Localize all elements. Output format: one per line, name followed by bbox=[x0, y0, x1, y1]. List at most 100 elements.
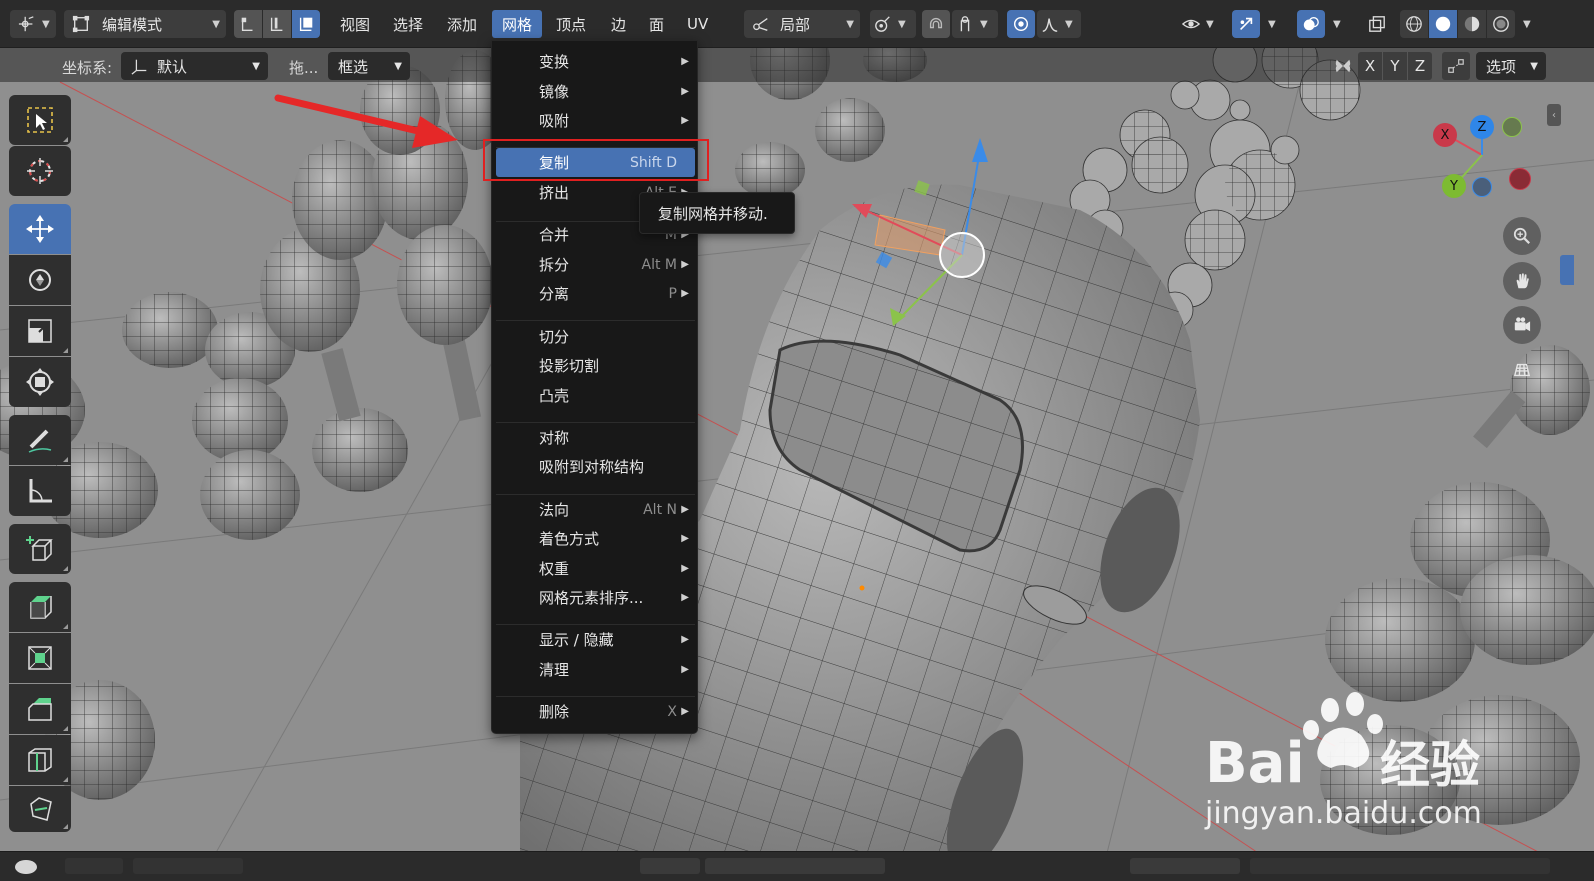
mirror-axis-y[interactable]: Y bbox=[1383, 52, 1407, 80]
menu-item-weights[interactable]: 权重 ▶ bbox=[496, 554, 695, 583]
falloff-selector[interactable]: ▼ bbox=[1037, 10, 1081, 38]
overlay-toggle[interactable] bbox=[1297, 10, 1325, 38]
proportional-edit-toggle[interactable] bbox=[1007, 10, 1035, 38]
menu-item-knife-project[interactable]: 投影切割 bbox=[496, 351, 695, 380]
mode-selector[interactable]: 编辑模式 ▼ bbox=[64, 10, 226, 38]
edge-select-mode[interactable] bbox=[263, 10, 291, 38]
mirror-axis-z[interactable]: Z bbox=[1408, 52, 1432, 80]
tool-inset[interactable] bbox=[9, 633, 71, 683]
tool-knife[interactable] bbox=[9, 786, 71, 832]
coordinate-system-selector[interactable]: 默认 ▼ bbox=[121, 52, 268, 80]
menu-item-transform[interactable]: 变换 ▶ bbox=[496, 47, 695, 76]
chevron-down-icon: ▼ bbox=[42, 18, 50, 30]
mirror-axis-x[interactable]: X bbox=[1358, 52, 1382, 80]
menu-item-convex-hull[interactable]: 凸壳 bbox=[496, 381, 695, 410]
grid-icon bbox=[1513, 363, 1531, 377]
menu-item-label: 法向 bbox=[539, 501, 570, 519]
menu-item-normals[interactable]: 法向 Alt N ▶ bbox=[496, 495, 695, 524]
menu-mesh[interactable]: 网格 bbox=[492, 10, 543, 38]
menu-item-sort-elements[interactable]: 网格元素排序... ▶ bbox=[496, 583, 695, 612]
camera-icon bbox=[1514, 317, 1531, 332]
shading-solid[interactable] bbox=[1429, 10, 1457, 38]
menu-item-separate[interactable]: 分离 P ▶ bbox=[496, 279, 695, 308]
menu-face[interactable]: 面 bbox=[639, 10, 674, 38]
menu-item-label: 挤出 bbox=[539, 184, 570, 202]
extrude-icon bbox=[30, 596, 52, 619]
menu-item-delete[interactable]: 删除 X ▶ bbox=[496, 697, 695, 726]
shading-options[interactable]: ▼ bbox=[1517, 10, 1539, 38]
face-select-mode[interactable] bbox=[292, 10, 320, 38]
chevron-down-icon: ▼ bbox=[980, 18, 988, 30]
pan-button[interactable] bbox=[1503, 262, 1541, 300]
gizmo-z-label: Z bbox=[1477, 119, 1487, 135]
gizmo-neg-y-axis[interactable] bbox=[1502, 117, 1522, 137]
xray-toggle[interactable] bbox=[1363, 10, 1391, 38]
tool-add-cube[interactable] bbox=[9, 524, 71, 574]
sidebar-expand-arrow[interactable]: ‹ bbox=[1547, 104, 1561, 126]
tool-scale[interactable] bbox=[9, 306, 71, 356]
menu-item-split[interactable]: 拆分 Alt M ▶ bbox=[496, 250, 695, 279]
mirror-toggle[interactable] bbox=[1330, 52, 1356, 80]
auto-merge-toggle[interactable] bbox=[1442, 52, 1470, 80]
menu-vertex[interactable]: 顶点 bbox=[546, 10, 596, 38]
snap-toggle[interactable] bbox=[922, 10, 950, 38]
gizmo-options[interactable]: ▼ bbox=[1262, 10, 1284, 38]
menu-edge[interactable]: 边 bbox=[601, 10, 636, 38]
menu-item-snap-to-symmetry[interactable]: 吸附到对称结构 bbox=[496, 452, 695, 481]
tool-extrude[interactable] bbox=[9, 582, 71, 632]
shading-rendered[interactable] bbox=[1487, 10, 1515, 38]
tool-move[interactable] bbox=[9, 204, 71, 254]
transform-orientation-selector[interactable]: 局部 ▼ bbox=[744, 10, 860, 38]
gizmo-toggle[interactable] bbox=[1232, 10, 1260, 38]
menu-item-mirror[interactable]: 镜像 ▶ bbox=[496, 77, 695, 106]
tool-select-box[interactable] bbox=[9, 95, 71, 145]
gizmo-z-axis[interactable]: Z bbox=[1470, 115, 1494, 139]
pencil-icon bbox=[28, 429, 52, 453]
menu-view[interactable]: 视图 bbox=[330, 10, 380, 38]
cursor-icon bbox=[27, 158, 53, 184]
menu-item-symmetrize[interactable]: 对称 bbox=[496, 423, 695, 452]
menu-item-label: 合并 bbox=[539, 226, 570, 244]
playback-controls[interactable] bbox=[705, 858, 885, 874]
menu-add[interactable]: 添加 bbox=[437, 10, 487, 38]
vertex-select-icon bbox=[241, 17, 253, 31]
gizmo-x-axis[interactable]: X bbox=[1433, 123, 1457, 147]
tool-loop-cut[interactable] bbox=[9, 735, 71, 785]
menu-select[interactable]: 选择 bbox=[383, 10, 433, 38]
add-cube-icon bbox=[26, 536, 53, 561]
menu-item-show-hide[interactable]: 显示 / 隐藏 ▶ bbox=[496, 625, 695, 654]
shading-wireframe[interactable] bbox=[1400, 10, 1428, 38]
zoom-button[interactable] bbox=[1503, 217, 1541, 255]
tool-cursor[interactable] bbox=[9, 146, 71, 196]
tool-measure[interactable] bbox=[9, 466, 71, 516]
menu-item-snap[interactable]: 吸附 ▶ bbox=[496, 106, 695, 135]
ortho-toggle-button[interactable] bbox=[1503, 351, 1541, 389]
editor-type-selector[interactable]: ▼ bbox=[10, 10, 56, 38]
tool-transform[interactable] bbox=[9, 357, 71, 407]
options-dropdown[interactable]: 选项 ▼ bbox=[1476, 52, 1546, 80]
snap-target-selector[interactable]: ▼ bbox=[952, 10, 998, 38]
overlay-options[interactable]: ▼ bbox=[1327, 10, 1349, 38]
menu-uv[interactable]: UV bbox=[677, 10, 718, 38]
submenu-arrow-icon: ▶ bbox=[681, 504, 689, 515]
camera-view-button[interactable] bbox=[1503, 306, 1541, 344]
tool-bevel[interactable] bbox=[9, 684, 71, 734]
shading-material[interactable] bbox=[1458, 10, 1486, 38]
tool-annotate[interactable] bbox=[9, 415, 71, 465]
gizmo-neg-x-axis[interactable] bbox=[1509, 168, 1531, 190]
gizmo-neg-z-axis[interactable] bbox=[1472, 177, 1492, 197]
menu-item-shading[interactable]: 着色方式 ▶ bbox=[496, 524, 695, 553]
menu-item-clean-up[interactable]: 清理 ▶ bbox=[496, 655, 695, 684]
chevron-down-icon: ▼ bbox=[1268, 18, 1276, 30]
drag-selector[interactable]: 框选 ▼ bbox=[328, 52, 410, 80]
gizmo-y-axis[interactable]: Y bbox=[1442, 174, 1466, 198]
vertex-select-mode[interactable] bbox=[234, 10, 262, 38]
pivot-point-selector[interactable]: ▼ bbox=[870, 10, 916, 38]
sidebar-toggle-tab[interactable] bbox=[1560, 255, 1574, 285]
edit-mode-icon bbox=[72, 15, 90, 33]
menu-item-label: 吸附 bbox=[539, 112, 570, 130]
menu-separator bbox=[496, 494, 695, 495]
visibility-selector[interactable]: ▼ bbox=[1178, 10, 1224, 38]
tool-rotate[interactable] bbox=[9, 255, 71, 305]
menu-item-bisect[interactable]: 切分 bbox=[496, 322, 695, 351]
